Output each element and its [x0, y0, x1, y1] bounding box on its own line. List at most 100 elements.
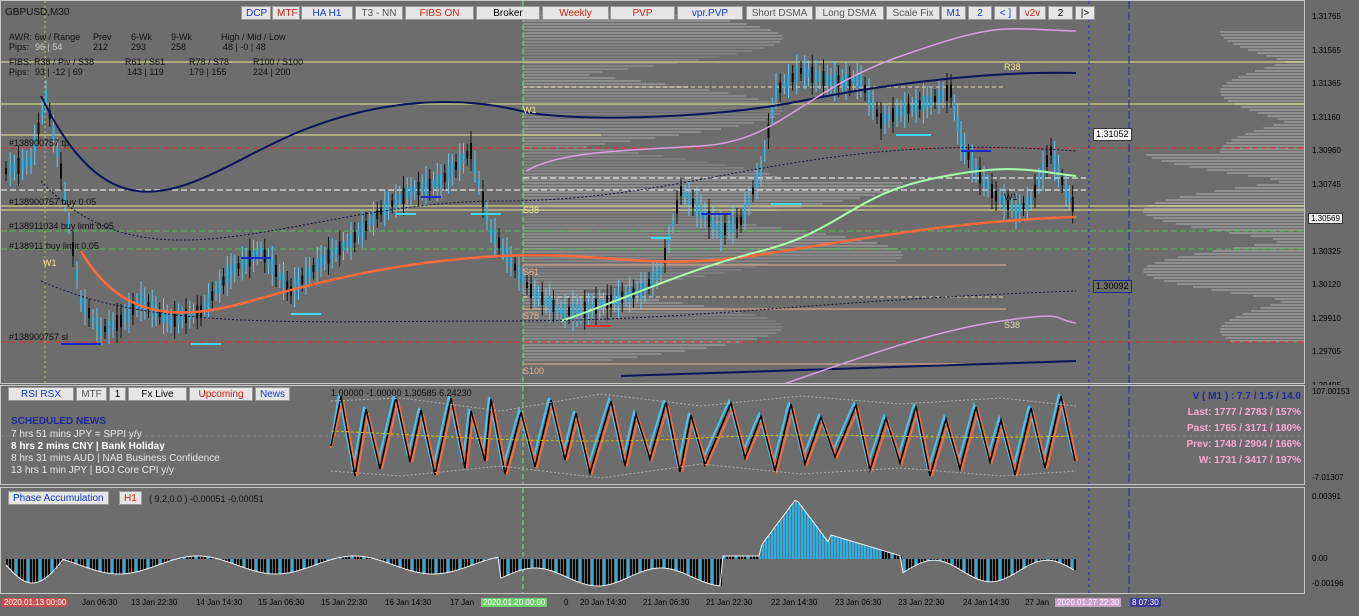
toolbar-button-14[interactable]: < ]: [994, 6, 1017, 20]
phase-bar: [963, 559, 965, 572]
candle-body: [368, 219, 371, 226]
phase-bar: [411, 559, 413, 571]
candle-body: [803, 65, 806, 79]
phase-accumulation-pane[interactable]: Phase Accumulation H1 ( 9,2,0.0 ) -0.000…: [0, 487, 1305, 594]
rsi-tab-0[interactable]: RSI RSX: [8, 387, 74, 401]
price-chart-pane[interactable]: GBPUSD,M30 DCP MTF HA H1 T3 - NN FIBS ON Brok…: [0, 0, 1305, 384]
volume-profile-bar: [523, 113, 781, 115]
toolbar-button-8[interactable]: vpr.PVP: [677, 6, 743, 20]
candle-body: [568, 306, 570, 316]
phase-bar: [429, 559, 431, 574]
toolbar-button-9[interactable]: Short DSMA: [746, 6, 813, 20]
phase-title-button[interactable]: Phase Accumulation: [8, 491, 109, 505]
phase-params: ( 9,2,0.0 ) -0.00051 -0.00051: [149, 494, 264, 504]
order-buy-label[interactable]: #138900757 buy 0.05: [9, 197, 96, 207]
toolbar-button-0[interactable]: DCP: [241, 6, 271, 20]
order-tp-label[interactable]: #138900757 tp: [9, 138, 69, 148]
candle-body: [316, 257, 319, 272]
candle-body: [1068, 193, 1071, 202]
rsi-pane[interactable]: RSI RSX MTF 1 Fx Live Upcoming News 1.00000 -…: [0, 385, 1305, 485]
order-sl-label[interactable]: #138900757 sl: [9, 332, 68, 342]
rsi-tab-4[interactable]: Upcoming: [189, 387, 253, 401]
session-profile-bar: [1145, 154, 1304, 156]
phase-bar: [120, 559, 122, 574]
time-axis-tick: Jan 06:30: [82, 598, 118, 607]
rsi-tab-1[interactable]: MTF: [76, 387, 107, 401]
price-tag-lower: 1.30092: [1093, 280, 1132, 293]
candle-body: [822, 71, 825, 86]
toolbar-button-11[interactable]: Scale Fix: [886, 6, 940, 20]
order-buy-limit2-label[interactable]: #138911 buy limit 0.05: [9, 241, 99, 251]
session-profile-bar: [1252, 295, 1304, 297]
candle-body: [950, 84, 952, 98]
session-profile-bar: [1165, 199, 1304, 201]
candle-body: [552, 300, 555, 312]
rsi-axis: 107.00153 -7.01307: [1306, 385, 1359, 485]
candle-body: [312, 265, 315, 272]
candle-body: [956, 116, 959, 133]
toolbar-button-15[interactable]: v2v: [1019, 6, 1046, 20]
r100-label: R100 / S100: [253, 57, 304, 67]
toolbar-button-2[interactable]: HA H1: [301, 6, 353, 20]
phase-bar: [270, 559, 272, 574]
phase-bar: [957, 559, 959, 568]
price-tag-upper: 1.31052: [1093, 128, 1132, 141]
phase-bar: [1074, 559, 1076, 571]
volume-profile-bar: [523, 356, 637, 358]
toolbar-button-16[interactable]: 2: [1048, 6, 1073, 20]
candle-body: [907, 103, 910, 114]
awr-9wk-label: 9-Wk: [171, 32, 192, 42]
volume-profile-bar: [523, 179, 782, 181]
toolbar-button-17[interactable]: |>: [1075, 6, 1095, 20]
candle-body: [410, 186, 412, 196]
rsi-tab-5[interactable]: News: [255, 387, 290, 401]
toolbar-button-10[interactable]: Long DSMA: [815, 6, 884, 20]
symbol-title: GBPUSD,M30: [5, 7, 70, 18]
candle-body: [830, 76, 832, 86]
volume-profile-bar: [523, 74, 590, 76]
price-axis[interactable]: 1.31765 1.31565 1.31365 1.31160 1.30960 1.307…: [1306, 0, 1359, 390]
candle-body: [222, 276, 225, 286]
session-profile-bar: [1174, 163, 1304, 165]
session-profile-bar: [1178, 256, 1304, 258]
phase-bar: [462, 559, 464, 569]
phase-bar: [696, 559, 698, 579]
candle-body: [900, 107, 902, 115]
toolbar-button-7[interactable]: PVP: [610, 6, 675, 20]
phase-bar: [864, 544, 866, 559]
phase-bar: [111, 559, 113, 574]
toolbar-button-6[interactable]: Weekly: [542, 6, 609, 20]
phase-bar: [72, 559, 74, 563]
candle-body: [1053, 153, 1056, 169]
rsi-tab-3[interactable]: Fx Live: [128, 387, 187, 401]
candle-body: [712, 217, 714, 229]
toolbar-button-3[interactable]: T3 - NN: [355, 6, 403, 20]
toolbar-button-5[interactable]: Broker: [476, 6, 540, 20]
phase-bar: [684, 559, 686, 574]
phase-bar: [642, 559, 644, 572]
rsi-tab-2[interactable]: 1: [109, 387, 126, 401]
candle-body: [494, 229, 496, 245]
awr-prev-label: Prev: [93, 32, 112, 42]
toolbar-button-4[interactable]: FIBS ON: [405, 6, 474, 20]
phase-bar: [888, 552, 890, 559]
toolbar-button-1[interactable]: MTF: [272, 6, 300, 20]
candle-body: [971, 156, 974, 171]
volume-profile-bar: [523, 47, 765, 49]
order-buy-limit-label[interactable]: #138911034 buy limit 0.05: [9, 221, 114, 231]
toolbar-button-12[interactable]: M1: [941, 6, 966, 20]
candle-body: [60, 163, 62, 179]
time-axis[interactable]: 2020.01.13 00:00 Jan 06:30 13 Jan 22:30 14 …: [0, 595, 1305, 616]
session-profile-bar: [1283, 121, 1304, 123]
candle-body: [323, 254, 326, 263]
phase-bar: [285, 559, 287, 574]
candle-body: [807, 69, 810, 78]
phase-tf-button[interactable]: H1: [119, 491, 142, 505]
phase-bar: [606, 559, 608, 586]
candle-body: [818, 73, 821, 82]
time-axis-tick: 15 Jan 06:30: [258, 598, 305, 607]
phase-bar: [504, 559, 506, 577]
toolbar-button-13[interactable]: 2: [968, 6, 992, 20]
candle-body: [510, 255, 512, 267]
session-profile-bar: [1277, 118, 1304, 120]
